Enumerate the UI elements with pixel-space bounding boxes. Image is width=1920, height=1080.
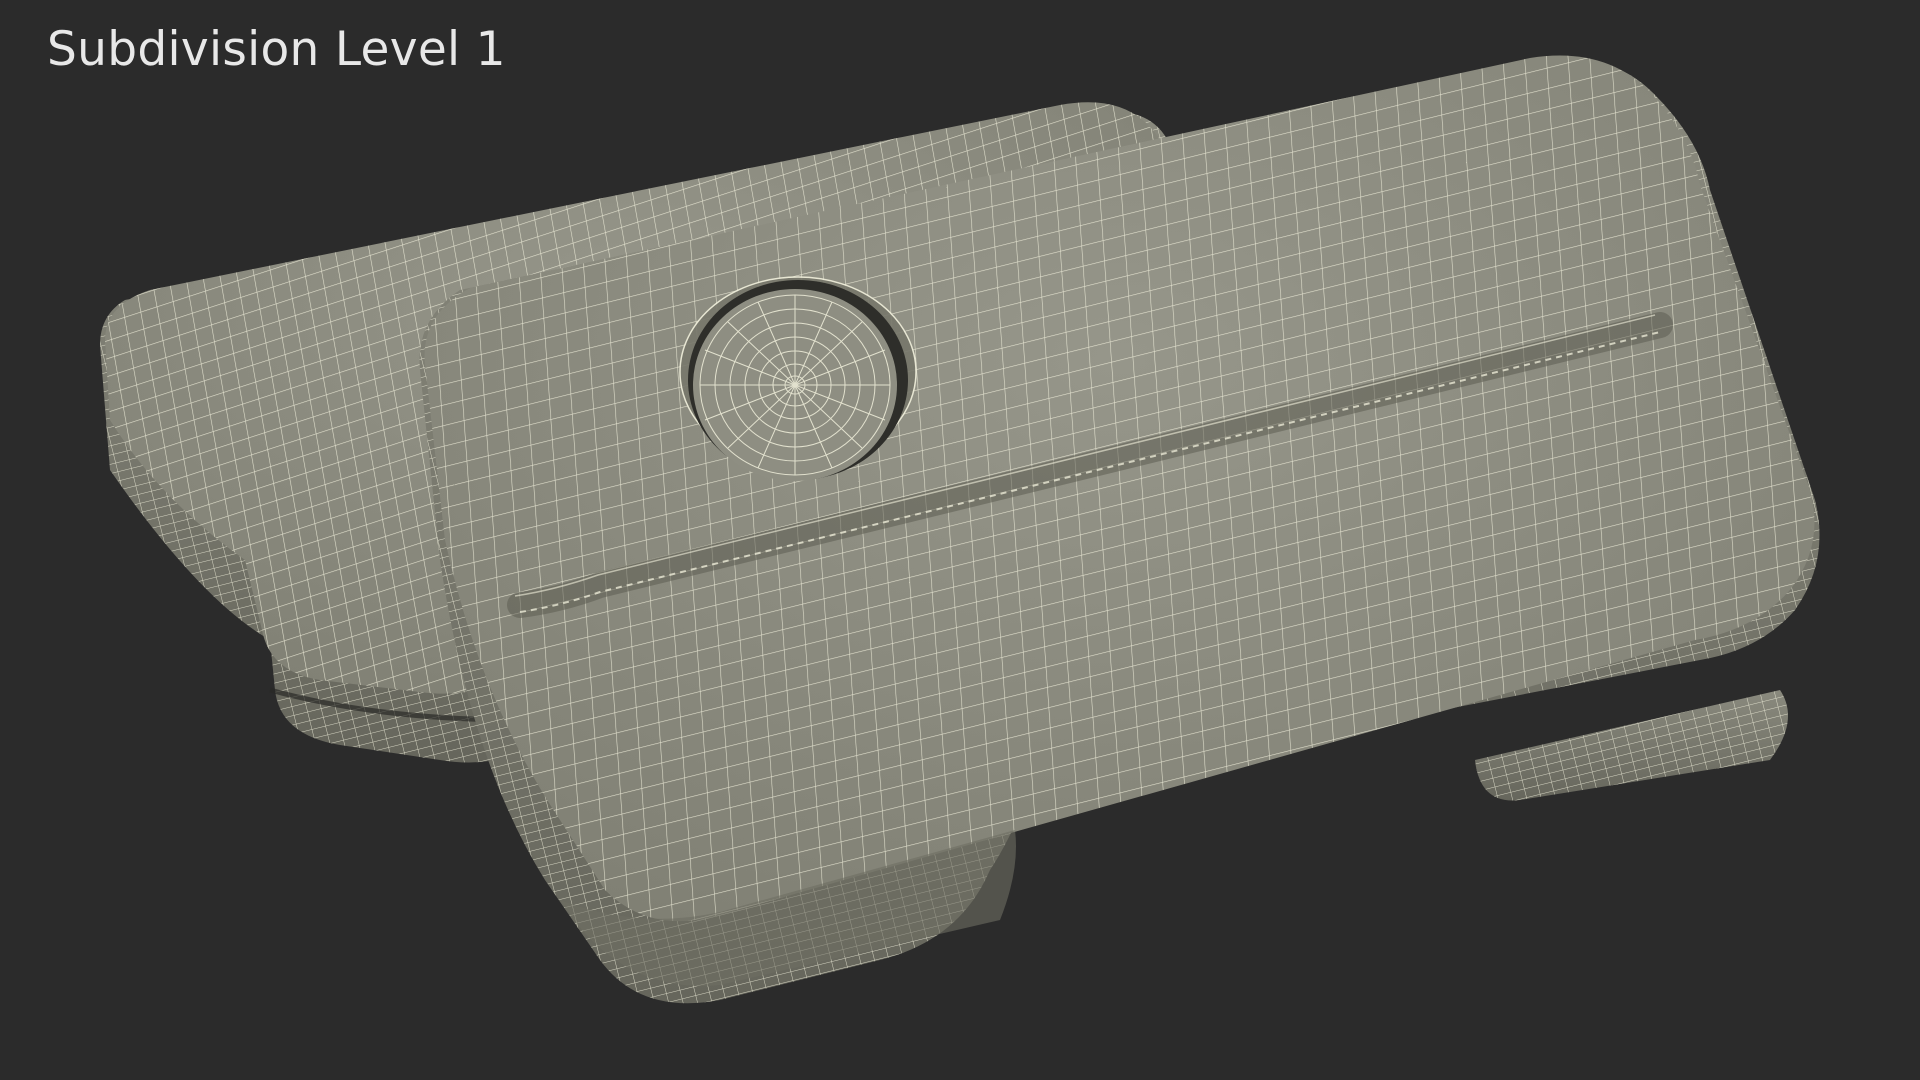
wireframe-render — [100, 55, 1820, 1004]
viewport-render: Subdivision Level 1 — [0, 0, 1920, 1080]
